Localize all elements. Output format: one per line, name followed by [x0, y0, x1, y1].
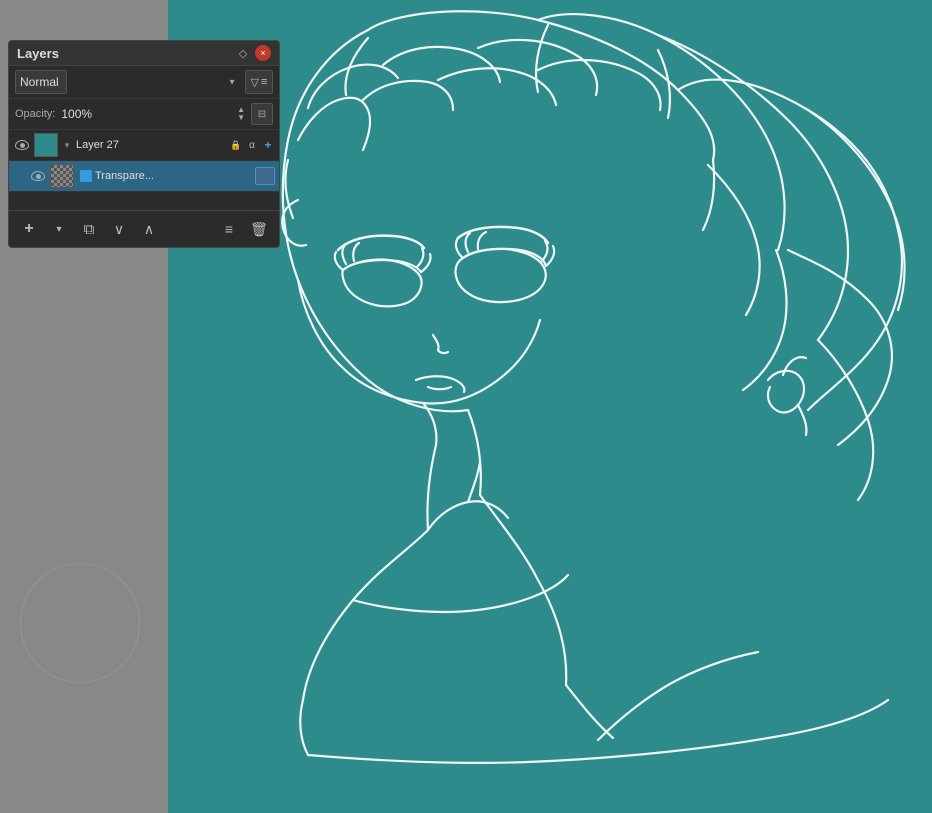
panel-title: Layers — [17, 46, 59, 61]
properties-button[interactable]: ≡ — [217, 217, 241, 241]
layer-name: Transpare... — [95, 170, 249, 182]
layer-badges — [252, 167, 275, 185]
drawing-canvas[interactable] — [168, 0, 932, 813]
layer-list: ▾ Layer 27 🔒 α + Transpare... — [9, 130, 279, 210]
add-icon: + — [261, 138, 275, 152]
add-layer-dropdown-button[interactable]: ▾ — [47, 217, 71, 241]
eye-icon — [31, 171, 45, 181]
eye-icon — [15, 140, 29, 150]
add-layer-button[interactable]: + — [17, 217, 41, 241]
sliders-icon: ≡ — [225, 221, 233, 237]
settings-icon: ≡ — [261, 76, 267, 88]
opacity-stepper[interactable]: ▲ ▼ — [237, 106, 245, 122]
move-up-button[interactable]: ∧ — [137, 217, 161, 241]
layer-item[interactable]: ▾ Layer 27 🔒 α + — [9, 130, 279, 161]
copy-layer-button[interactable]: ⧉ — [77, 217, 101, 241]
arrow-up-icon: ∧ — [144, 221, 154, 238]
layer-thumbnail — [50, 164, 74, 188]
layer-visibility-button[interactable] — [13, 136, 31, 154]
chevron-down-icon: ▾ — [56, 224, 61, 235]
filter-button[interactable]: ▽ ≡ — [245, 70, 273, 94]
panel-diamond-icon[interactable]: ◇ — [235, 45, 251, 61]
opacity-down-arrow[interactable]: ▼ — [237, 114, 245, 122]
canvas-area: Layers ◇ × Normal Multiply Screen Overla… — [0, 0, 932, 813]
opacity-icon: ⊟ — [258, 109, 266, 120]
layer-badges: 🔒 α + — [229, 138, 275, 152]
opacity-value: 100% — [61, 107, 231, 121]
layer-name: Layer 27 — [76, 139, 226, 151]
opacity-extra-button[interactable]: ⊟ — [251, 103, 273, 125]
blend-mode-row: Normal Multiply Screen Overlay Darken Li… — [9, 66, 279, 99]
panel-header-icons: ◇ × — [235, 45, 271, 61]
copy-icon: ⧉ — [84, 221, 95, 238]
layers-panel: Layers ◇ × Normal Multiply Screen Overla… — [8, 40, 280, 248]
layer-thumbnail — [34, 133, 58, 157]
layer-visibility-button[interactable] — [29, 167, 47, 185]
panel-header: Layers ◇ × — [9, 41, 279, 66]
alpha-icon: α — [245, 138, 259, 152]
blend-mode-select[interactable]: Normal Multiply Screen Overlay Darken Li… — [15, 70, 67, 94]
brush-cursor — [20, 563, 140, 683]
move-down-button[interactable]: ∨ — [107, 217, 131, 241]
panel-close-button[interactable]: × — [255, 45, 271, 61]
funnel-icon: ▽ — [251, 76, 259, 89]
lock-icon: 🔒 — [229, 138, 243, 152]
layer-item[interactable]: Transpare... — [9, 161, 279, 192]
plus-icon: + — [24, 220, 33, 238]
opacity-label: Opacity: — [15, 108, 55, 120]
delete-layer-button[interactable]: 🗑 — [247, 217, 271, 241]
blend-mode-select-wrap: Normal Multiply Screen Overlay Darken Li… — [15, 70, 241, 94]
panel-toolbar: + ▾ ⧉ ∨ ∧ ≡ 🗑 — [9, 210, 279, 247]
layer-fold-button[interactable]: ▾ — [61, 139, 73, 151]
trash-icon: 🗑 — [250, 221, 268, 238]
arrow-down-icon: ∨ — [114, 221, 124, 238]
layer-color-indicator — [80, 170, 92, 182]
opacity-row: Opacity: 100% ▲ ▼ ⊟ — [9, 99, 279, 130]
